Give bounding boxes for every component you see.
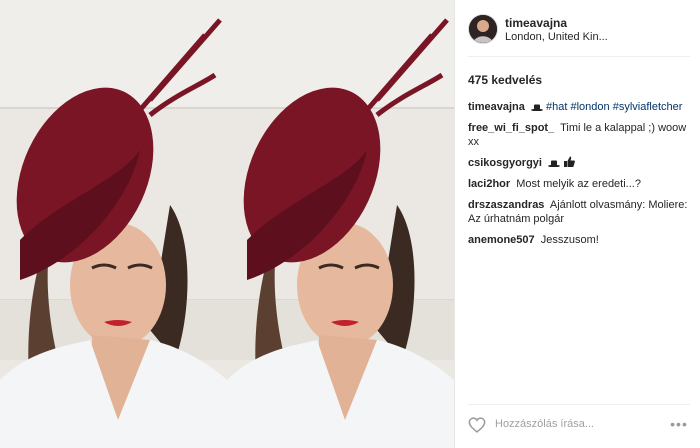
post-location[interactable]: London, United Kin...	[505, 31, 617, 43]
hat-emoji-icon	[530, 104, 543, 111]
comment-item: anemone507 Jesszusom!	[468, 233, 690, 247]
comment-author[interactable]: anemone507	[468, 234, 535, 246]
comment-text: Most melyik az eredeti...?	[516, 178, 641, 190]
hat-emoji-icon	[548, 160, 561, 167]
post-header: timeavajna London, United Kin...	[455, 0, 700, 56]
header-divider	[468, 56, 690, 57]
comment-author[interactable]: csikosgyorgyi	[468, 157, 542, 169]
comment-item: drszaszandras Ajánlott olvasmány: Molier…	[468, 198, 690, 226]
comment-item: free_wi_fi_spot_ Timi le a kalappal ;) w…	[468, 121, 690, 149]
comment-input[interactable]	[495, 418, 655, 430]
more-options-icon[interactable]: •••	[668, 416, 690, 432]
avatar-image	[469, 15, 497, 43]
comment-list: timeavajna #hat #london #sylviafletcher …	[468, 100, 690, 254]
photo-left-half	[0, 0, 227, 448]
comment-item: laci2hor Most melyik az eredeti...?	[468, 177, 690, 191]
hashtag[interactable]: #london	[570, 101, 609, 113]
photo-illustration-copy	[227, 0, 454, 448]
like-count[interactable]: 475 kedvelés	[468, 73, 542, 87]
avatar[interactable]	[468, 14, 498, 44]
thumbs-up-emoji-icon	[564, 156, 575, 167]
heart-icon[interactable]	[468, 417, 486, 433]
post-photo[interactable]	[0, 0, 454, 448]
comment-item: csikosgyorgyi	[468, 156, 690, 170]
caption-author[interactable]: timeavajna	[468, 101, 525, 113]
caption: timeavajna #hat #london #sylviafletcher	[468, 100, 690, 114]
post-side-panel: timeavajna London, United Kin... 475 ked…	[455, 0, 700, 448]
comment-text: Jesszusom!	[540, 234, 599, 246]
comment-author[interactable]: free_wi_fi_spot_	[468, 122, 554, 134]
post-author[interactable]: timeavajna	[505, 16, 567, 30]
hashtag[interactable]: #hat	[546, 101, 567, 113]
comment-author[interactable]: laci2hor	[468, 178, 510, 190]
hashtag[interactable]: #sylviafletcher	[613, 101, 683, 113]
photo-illustration	[0, 0, 227, 448]
comment-author[interactable]: drszaszandras	[468, 199, 544, 211]
photo-right-half	[227, 0, 454, 448]
comment-footer: •••	[455, 404, 700, 448]
